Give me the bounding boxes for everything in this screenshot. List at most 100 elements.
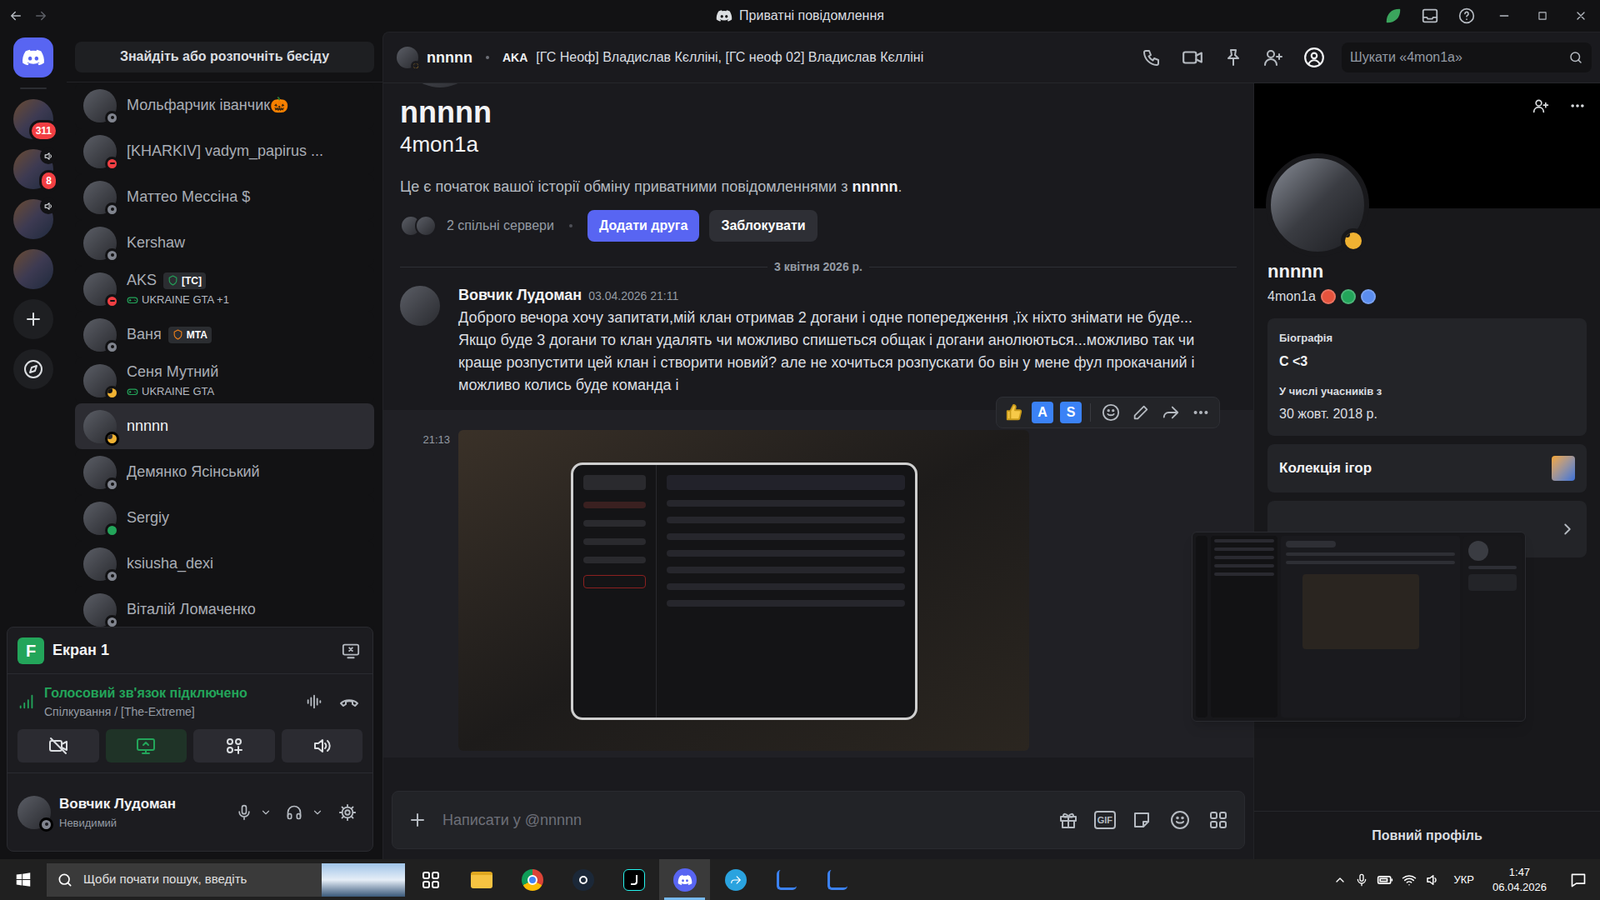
- dm-item[interactable]: Мольфарчик іванчик🎃: [75, 82, 375, 129]
- message-author[interactable]: Вовчик Лудоман: [458, 284, 582, 307]
- pinned-button[interactable]: [1223, 47, 1244, 68]
- taskbar-app[interactable]: [557, 859, 609, 900]
- taskbar-app[interactable]: [608, 859, 660, 900]
- intro-avatar: [400, 83, 480, 88]
- letter-reaction[interactable]: S: [1060, 401, 1082, 424]
- maximize-button[interactable]: [1523, 0, 1562, 32]
- dm-item[interactable]: ksiusha_dexi: [75, 540, 375, 587]
- sticker-button[interactable]: [1129, 807, 1155, 833]
- block-button[interactable]: Заблокувати: [709, 210, 817, 242]
- status-indicator: [105, 569, 120, 584]
- settings-button[interactable]: [332, 799, 363, 826]
- dm-item[interactable]: Сеня МутнийUKRAINE GTA: [75, 357, 375, 404]
- server-icon[interactable]: [13, 249, 54, 290]
- more-button[interactable]: [1563, 91, 1592, 120]
- activities-button[interactable]: [193, 729, 275, 763]
- help-button[interactable]: [1448, 0, 1485, 32]
- profile-toggle-button[interactable]: [1303, 46, 1325, 69]
- minimize-button[interactable]: [1485, 0, 1524, 32]
- add-friend-button[interactable]: Додати друга: [587, 210, 700, 242]
- addFriend-icon: [1263, 47, 1284, 68]
- stream-preview[interactable]: [1191, 531, 1526, 722]
- language-indicator[interactable]: УКР: [1448, 871, 1480, 889]
- letter-reaction[interactable]: A: [1031, 401, 1054, 424]
- emoji-button[interactable]: [1167, 807, 1193, 833]
- game-collection-card[interactable]: Колекція ігор: [1267, 444, 1587, 493]
- mic-options-button[interactable]: [259, 799, 273, 826]
- inbox-button[interactable]: [1411, 0, 1449, 32]
- dm-item[interactable]: Маттео Мессіна $: [75, 174, 375, 220]
- status-indicator: [105, 477, 120, 492]
- gif-button[interactable]: GIF: [1094, 810, 1116, 830]
- image-content: [570, 462, 918, 720]
- message-input[interactable]: [442, 809, 1043, 832]
- dm-item[interactable]: ВаняMTA: [75, 311, 375, 358]
- taskbar-app[interactable]: [811, 859, 863, 900]
- dm-intro: nnnnn4mon1aЦе є початок вашої історії об…: [383, 83, 1254, 242]
- smile-button[interactable]: [1097, 399, 1125, 426]
- full-profile-link[interactable]: Повний профіль: [1371, 825, 1483, 846]
- voice-channel[interactable]: Спілкування / [The-Extreme]: [44, 703, 293, 721]
- thumbs-up-reaction[interactable]: [1001, 400, 1027, 425]
- dm-item[interactable]: [KHARKIV] vadym_papirus ...: [75, 128, 375, 175]
- dm-name: [KHARKIV] vadym_papirus ...: [126, 140, 324, 163]
- screenX-icon: [341, 641, 360, 660]
- notifications-button[interactable]: [1560, 859, 1597, 900]
- add-friends-button[interactable]: [1263, 47, 1284, 68]
- dm-item[interactable]: AKS[TC]UKRAINE GTA +1: [75, 265, 375, 312]
- plus-icon: [23, 309, 44, 330]
- close-button[interactable]: [1561, 0, 1600, 32]
- dm-item[interactable]: nnnnn: [75, 403, 375, 450]
- taskbar-app[interactable]: [405, 859, 456, 900]
- deafen-button[interactable]: [280, 799, 308, 826]
- noise-suppression-button[interactable]: [300, 688, 328, 715]
- add-button[interactable]: [13, 299, 54, 340]
- taskbar-app[interactable]: [659, 859, 710, 900]
- steam-icon: [572, 869, 595, 891]
- soundboard-button[interactable]: [281, 729, 364, 763]
- forward-button[interactable]: [1157, 399, 1185, 426]
- mute-button[interactable]: [232, 799, 256, 826]
- apps-button[interactable]: [1205, 807, 1231, 833]
- taskbar-app[interactable]: [506, 859, 558, 900]
- back-arrow-icon: [8, 8, 24, 24]
- gift-button[interactable]: [1055, 807, 1081, 833]
- window-title: Приватні повідомлення: [739, 5, 885, 26]
- mutual-servers-link[interactable]: 2 спільні сервери: [446, 215, 555, 236]
- attach-button[interactable]: [405, 808, 430, 832]
- start-button[interactable]: [0, 859, 47, 900]
- taskbar-app[interactable]: [455, 859, 507, 900]
- dm-item[interactable]: Kershaw: [75, 220, 375, 266]
- find-conversation-button[interactable]: Знайдіть або розпочніть бесіду: [75, 41, 375, 73]
- server-icon[interactable]: 311: [13, 99, 54, 140]
- nitro-button[interactable]: [1375, 0, 1412, 32]
- status-indicator: [105, 385, 120, 400]
- min-icon: [1497, 9, 1511, 23]
- search-icon: [1568, 50, 1584, 65]
- dm-item[interactable]: Sergiy: [75, 495, 375, 541]
- dm-item[interactable]: Віталій Ломаченко: [75, 586, 375, 633]
- explore-button[interactable]: [13, 349, 54, 390]
- add-friend-button[interactable]: [1526, 91, 1555, 120]
- audio-options-button[interactable]: [310, 799, 325, 826]
- disconnect-button[interactable]: [335, 688, 363, 715]
- clock[interactable]: 1:4706.04.2026: [1487, 865, 1552, 895]
- pencil-button[interactable]: [1127, 399, 1155, 426]
- dm-item[interactable]: Демянко Ясінський: [75, 449, 375, 495]
- more-button[interactable]: [1187, 399, 1215, 426]
- profile-username: 4mon1a: [1267, 286, 1316, 307]
- taskbar-app[interactable]: [710, 859, 761, 900]
- server-icon[interactable]: [13, 199, 54, 240]
- camera-button[interactable]: [17, 729, 100, 763]
- stop-stream-button[interactable]: [339, 639, 363, 663]
- call-button[interactable]: [1141, 47, 1162, 68]
- screen-button[interactable]: [105, 729, 188, 763]
- search-input[interactable]: [1350, 47, 1562, 68]
- voice-user-panel: FЕкран 1Голосовий зв'язок підключеноСпіл…: [6, 626, 374, 852]
- video-call-button[interactable]: [1181, 46, 1204, 69]
- taskbar-search-input[interactable]: [83, 870, 312, 890]
- home-button[interactable]: [13, 37, 54, 78]
- taskbar-app[interactable]: [760, 859, 812, 900]
- server-icon[interactable]: 8: [13, 149, 54, 190]
- image-attachment[interactable]: [458, 430, 1030, 751]
